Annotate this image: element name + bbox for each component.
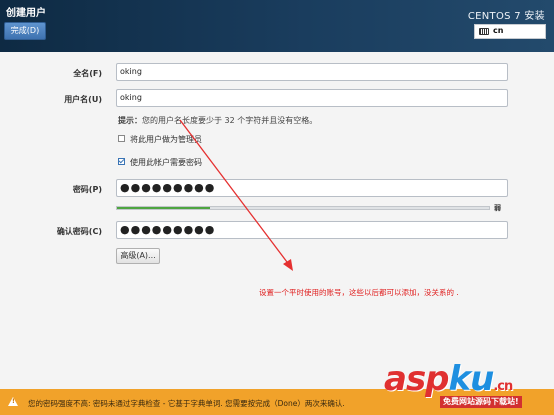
logo-asp: asp xyxy=(384,359,450,399)
watermark-subtitle: 免费网站源码下载站! xyxy=(440,396,522,408)
annotation-arrow-head xyxy=(283,259,293,271)
annotation-arrow-line xyxy=(179,119,291,267)
warning-text: 您的密码强度不高: 密码未通过字典检查 - 它基于字典单词. 您需要按完成（Do… xyxy=(28,399,345,408)
annotation-text: 设置一个平时使用的账号，这些以后都可以添加，没关系的 . xyxy=(259,288,459,297)
watermark-logo: aspku.cn 免费网站源码下载站! xyxy=(384,360,550,412)
annotation-arrow xyxy=(179,119,293,271)
logo-ku: ku xyxy=(448,359,495,399)
logo-cn: .cn xyxy=(493,379,513,394)
warning-icon: ! xyxy=(8,397,18,406)
